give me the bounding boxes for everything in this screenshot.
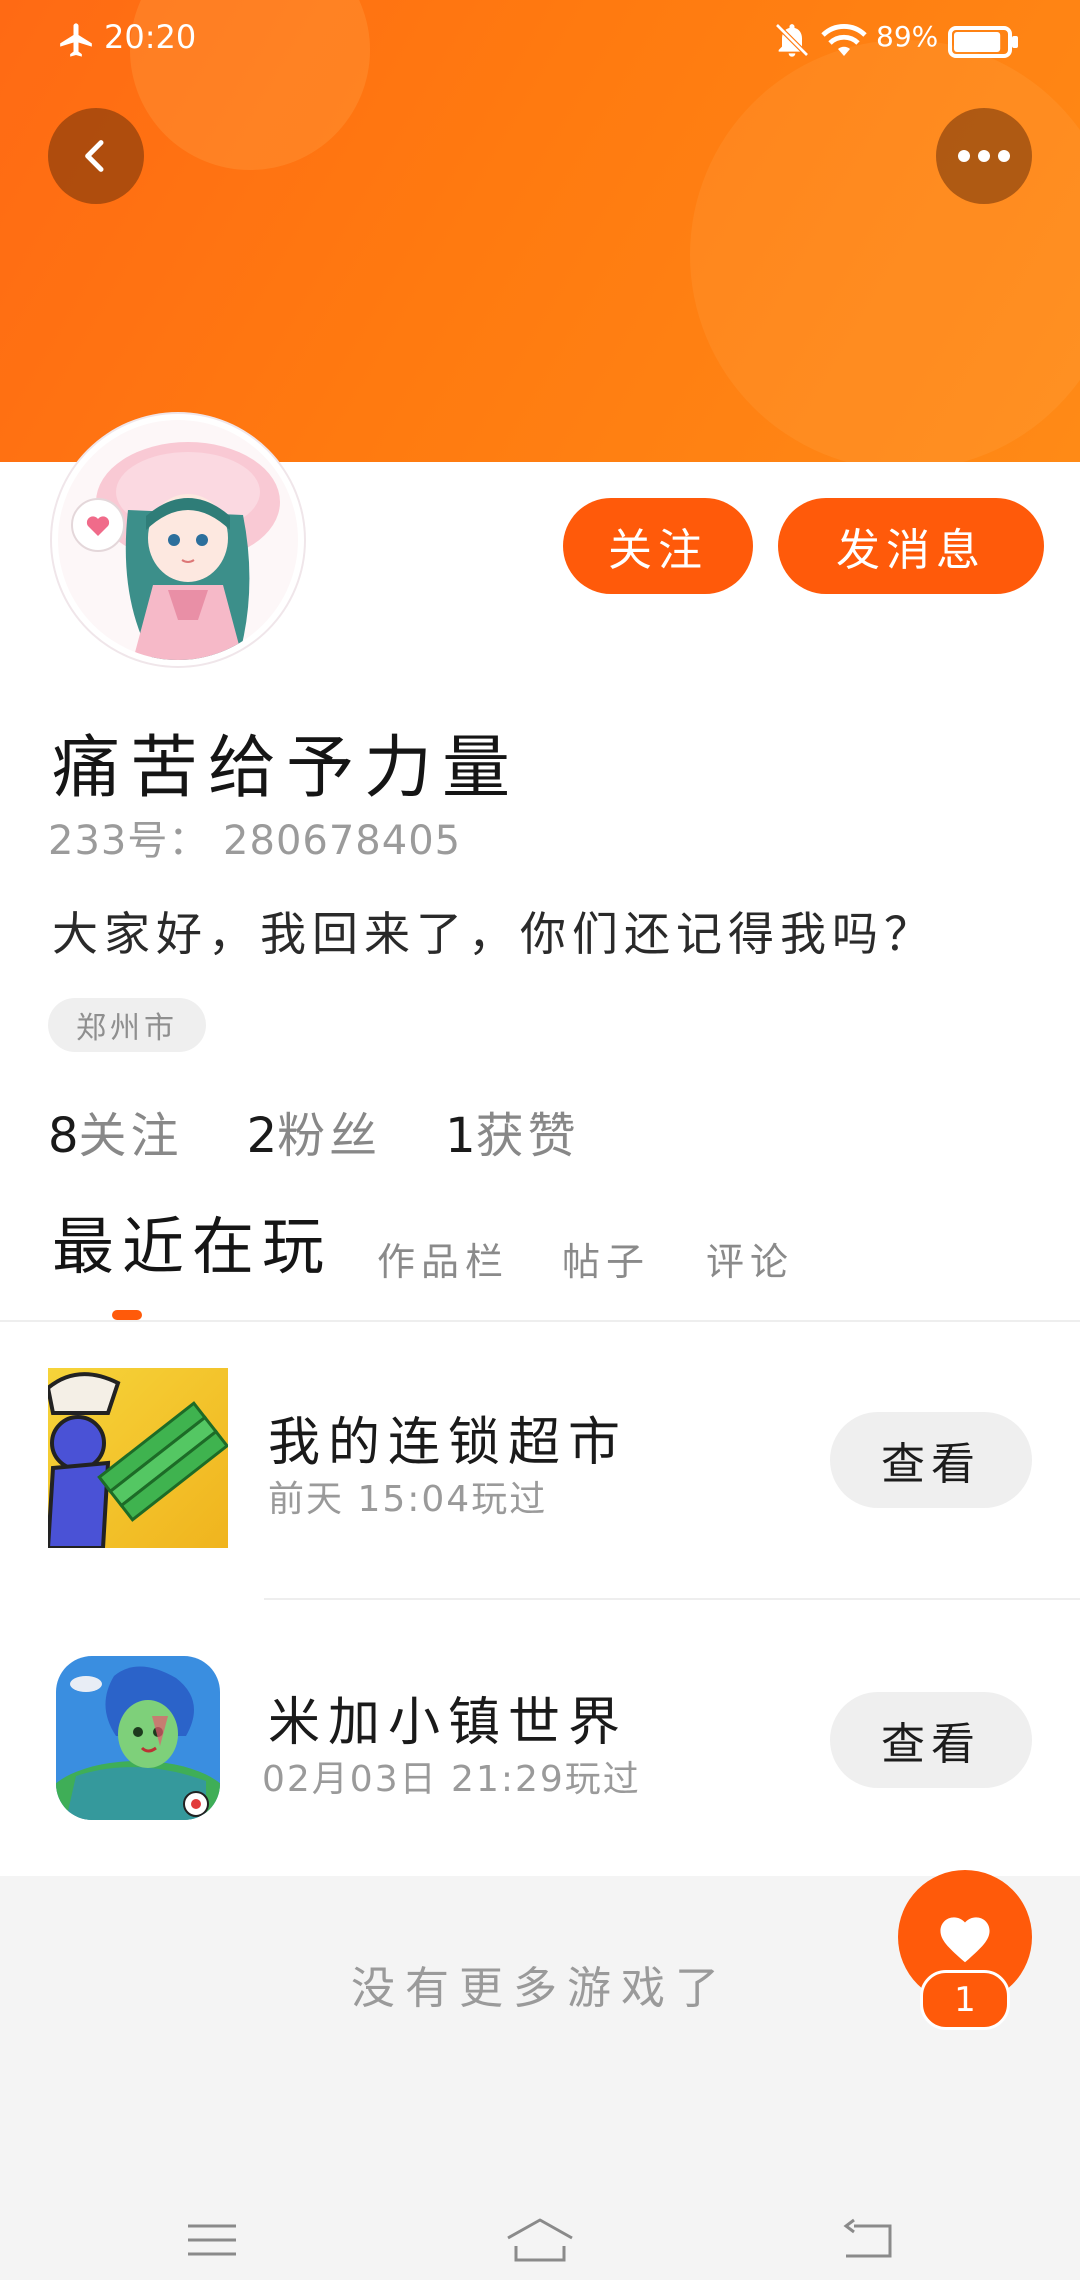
back-button[interactable] <box>48 108 144 204</box>
nav-home-button[interactable] <box>500 2210 580 2270</box>
stat-following[interactable]: 8关注 <box>48 1096 183 1166</box>
send-message-button[interactable]: 发消息 <box>778 498 1044 594</box>
stat-number: 8 <box>48 1108 79 1164</box>
location-tag: 郑州市 <box>48 998 206 1052</box>
profile-tabs: 最近在玩 作品栏 帖子 评论 <box>52 1210 1052 1320</box>
like-count-badge: 1 <box>920 1970 1010 2030</box>
game-title: 米加小镇世界 <box>268 1693 629 1753</box>
divider <box>264 1598 1080 1600</box>
list-item[interactable]: 我的连锁超市 前天 15:04玩过 查看 <box>0 1368 1080 1558</box>
home-icon <box>507 2218 573 2262</box>
clock: 20:20 <box>104 18 197 56</box>
tab-recently-played[interactable]: 最近在玩 <box>52 1196 332 1286</box>
game-icon <box>48 1368 228 1548</box>
stat-followers[interactable]: 2粉丝 <box>247 1096 382 1166</box>
user-bio: 大家好，我回来了，你们还记得我吗？ <box>52 907 936 961</box>
stat-likes[interactable]: 1获赞 <box>445 1096 580 1166</box>
nav-menu-button[interactable] <box>172 2210 252 2270</box>
tab-works[interactable]: 作品栏 <box>377 1231 509 1286</box>
battery-percent: 89% <box>876 20 939 53</box>
last-played-time: 02月03日 21:29玩过 <box>262 1759 641 1800</box>
more-options-button[interactable] <box>936 108 1032 204</box>
chevron-left-icon <box>85 140 104 172</box>
bell-off-icon <box>775 23 809 57</box>
avatar-illustration <box>58 420 298 660</box>
list-item[interactable]: 米加小镇世界 02月03日 21:29玩过 查看 <box>0 1648 1080 1838</box>
status-bar: 20:20 89% <box>0 0 1080 80</box>
system-nav-bar <box>0 2180 1080 2280</box>
follow-button[interactable]: 关注 <box>563 498 753 594</box>
active-tab-indicator <box>112 1310 142 1320</box>
nav-back-button[interactable] <box>828 2210 908 2270</box>
username: 痛苦给予力量 <box>52 729 521 808</box>
stat-label: 获赞 <box>475 1108 580 1164</box>
airplane-icon <box>60 23 92 57</box>
user-id: 233号： 280678405 <box>48 818 462 864</box>
tab-comments[interactable]: 评论 <box>706 1231 794 1286</box>
view-game-button[interactable]: 查看 <box>830 1692 1032 1788</box>
battery-icon <box>948 26 1018 58</box>
stat-label: 关注 <box>78 1108 183 1164</box>
banner-decoration <box>690 40 1080 462</box>
game-title: 我的连锁超市 <box>268 1413 629 1473</box>
heart-icon <box>940 1917 990 1963</box>
profile-stats: 8关注 2粉丝 1获赞 <box>48 1096 580 1166</box>
stat-number: 2 <box>246 1108 278 1164</box>
divider <box>0 1320 1080 1322</box>
stat-label: 粉丝 <box>277 1108 382 1164</box>
back-icon <box>843 2218 892 2258</box>
view-game-button[interactable]: 查看 <box>830 1412 1032 1508</box>
stat-number: 1 <box>445 1108 476 1164</box>
game-icon <box>56 1656 220 1820</box>
last-played-time: 前天 15:04玩过 <box>268 1479 548 1520</box>
avatar[interactable] <box>52 414 304 666</box>
tab-posts[interactable]: 帖子 <box>562 1231 650 1286</box>
more-dots-icon <box>958 150 1010 162</box>
menu-icon <box>188 2224 236 2256</box>
wifi-icon <box>821 24 867 56</box>
